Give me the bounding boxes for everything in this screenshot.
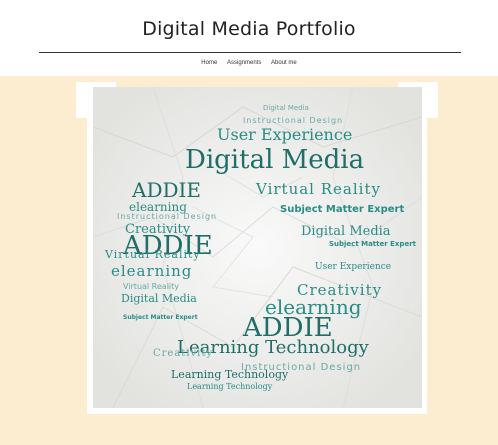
cloud-word: User Experience	[315, 262, 392, 272]
word-cloud-image: Digital Media Instructional Design User …	[93, 87, 422, 408]
cloud-word: Learning Technology	[187, 382, 273, 391]
cloud-word: User Experience	[217, 125, 353, 144]
header-divider	[39, 52, 461, 53]
cloud-word: Digital Media	[121, 292, 197, 305]
cloud-word: elearning	[111, 262, 193, 280]
nav-assignments[interactable]: Assignments	[227, 60, 261, 66]
cloud-word: Instructional Design	[243, 116, 344, 125]
cloud-word: Digital Media	[185, 145, 365, 175]
cloud-word: Creativity	[153, 348, 214, 359]
cloud-word: Learning Technology	[171, 368, 289, 381]
cloud-word: Virtual Reality	[123, 282, 180, 291]
cloud-word: ADDIE	[132, 178, 202, 202]
cloud-word: Instructional Design	[117, 212, 218, 221]
main-nav: Home Assignments About me	[0, 60, 498, 66]
cloud-word: Virtual Reality	[256, 180, 381, 198]
cloud-word: Digital Media	[301, 224, 391, 239]
nav-home[interactable]: Home	[201, 60, 217, 66]
cloud-word: Subject Matter Expert	[329, 240, 416, 248]
cloud-word: Subject Matter Expert	[123, 314, 198, 321]
site-title: Digital Media Portfolio	[142, 18, 356, 40]
cloud-word: Subject Matter Expert	[280, 204, 405, 215]
site-header: Digital Media Portfolio Home Assignments…	[0, 0, 498, 76]
nav-about-me[interactable]: About me	[271, 60, 297, 66]
cloud-word: Digital Media	[263, 104, 309, 112]
cloud-word: Virtual Reality	[105, 248, 201, 261]
